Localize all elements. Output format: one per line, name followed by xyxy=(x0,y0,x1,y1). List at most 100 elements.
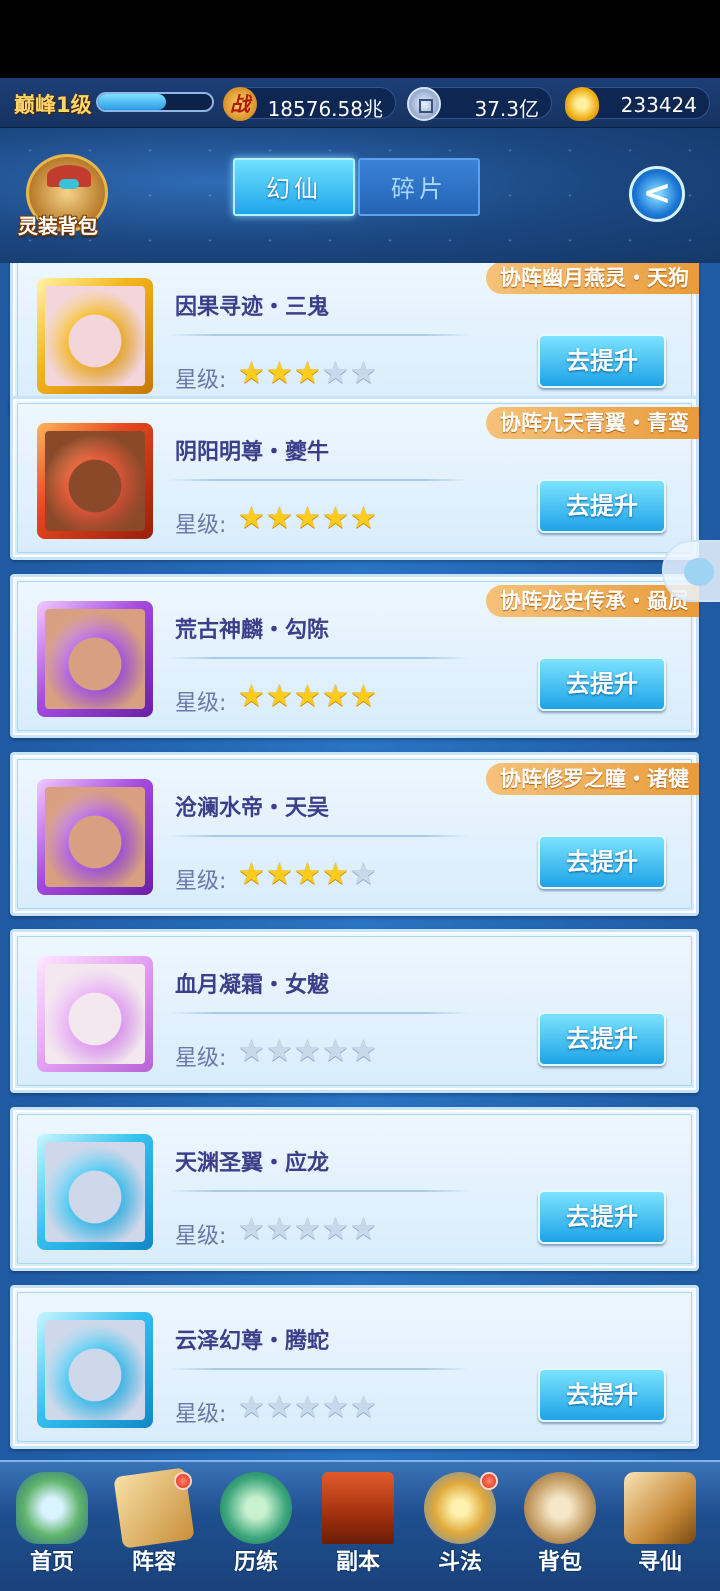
bottom-navigation: 首页 阵容 历练 副本 斗法 背包 寻仙 xyxy=(0,1460,720,1591)
star-rating: ★★★★★ xyxy=(238,1035,378,1069)
bond-badge: 协阵幽月燕灵・天狗 xyxy=(486,263,699,294)
bag-icon xyxy=(524,1472,596,1544)
gold-display: 233424 xyxy=(565,87,710,121)
character-name: 阴阳明尊・夔牛 xyxy=(175,440,330,465)
notification-dot xyxy=(480,1472,498,1490)
star-icon: ★ xyxy=(294,1034,321,1069)
star-icon: ★ xyxy=(266,679,293,714)
divider xyxy=(169,1190,469,1192)
star-icon: ★ xyxy=(294,1390,321,1425)
nav-label: 寻仙 xyxy=(637,1550,682,1575)
star-icon: ★ xyxy=(294,501,321,536)
coin-display: 37.3亿 xyxy=(407,87,552,121)
star-rating: ★★★★★ xyxy=(238,502,378,536)
coin-icon xyxy=(407,87,441,121)
header-area: 灵装背包 幻仙 碎片 < xyxy=(0,128,720,263)
character-name: 云泽幻尊・腾蛇 xyxy=(175,1329,330,1354)
character-portrait[interactable] xyxy=(37,1312,153,1428)
star-icon: ★ xyxy=(294,857,321,892)
character-name: 荒古神麟・勾陈 xyxy=(175,618,330,643)
divider xyxy=(169,1012,469,1014)
tab-huanxian[interactable]: 幻仙 xyxy=(233,158,355,216)
star-level-label: 星级: xyxy=(175,1224,227,1249)
star-icon: ★ xyxy=(266,857,293,892)
upgrade-button[interactable]: 去提升 xyxy=(538,657,666,711)
upgrade-button[interactable]: 去提升 xyxy=(538,334,666,388)
coin-value: 37.3亿 xyxy=(474,97,539,121)
exp-progress-fill xyxy=(98,94,167,110)
nav-fight[interactable]: 斗法 xyxy=(410,1468,510,1588)
star-rating: ★★★★★ xyxy=(238,357,378,391)
character-name: 血月凝霜・女魃 xyxy=(175,973,330,998)
star-level-label: 星级: xyxy=(175,1402,227,1427)
status-bar xyxy=(0,0,720,78)
nav-train[interactable]: 历练 xyxy=(206,1468,306,1588)
gold-value: 233424 xyxy=(620,93,697,117)
star-rating: ★★★★★ xyxy=(238,680,378,714)
nav-dungeon[interactable]: 副本 xyxy=(308,1468,408,1588)
nav-label: 副本 xyxy=(335,1550,380,1575)
item-card: 阴阳明尊・夔牛 星级: ★★★★★ 去提升 协阵九天青翼・青鸾 xyxy=(10,396,699,560)
star-icon: ★ xyxy=(266,1390,293,1425)
star-icon: ★ xyxy=(322,356,349,391)
character-name: 天渊圣翼・应龙 xyxy=(175,1151,330,1176)
nav-seek[interactable]: 寻仙 xyxy=(610,1468,710,1588)
character-name: 沧澜水帝・天吴 xyxy=(175,796,330,821)
power-icon: 战 xyxy=(223,87,257,121)
star-level-label: 星级: xyxy=(175,368,227,393)
home-icon xyxy=(16,1472,88,1544)
upgrade-button[interactable]: 去提升 xyxy=(538,835,666,889)
bond-badge: 协阵修罗之瞳・诸犍 xyxy=(486,763,699,795)
exp-progress-bar xyxy=(96,92,214,112)
character-portrait[interactable] xyxy=(37,956,153,1072)
power-value: 18576.58兆 xyxy=(267,97,383,121)
floating-assistant-icon[interactable] xyxy=(662,540,720,602)
character-portrait[interactable] xyxy=(37,278,153,394)
upgrade-button[interactable]: 去提升 xyxy=(538,479,666,533)
character-portrait[interactable] xyxy=(37,1134,153,1250)
nav-label: 阵容 xyxy=(131,1550,176,1575)
star-icon: ★ xyxy=(322,857,349,892)
nav-label: 历练 xyxy=(233,1550,278,1575)
seek-icon xyxy=(624,1472,696,1544)
upgrade-button[interactable]: 去提升 xyxy=(538,1190,666,1244)
item-card: 荒古神麟・勾陈 星级: ★★★★★ 去提升 协阵龙史传承・赑屃 xyxy=(10,574,699,738)
tab-fragments[interactable]: 碎片 xyxy=(358,158,480,216)
star-icon: ★ xyxy=(350,356,377,391)
portrait-art xyxy=(45,609,145,709)
star-icon: ★ xyxy=(350,1034,377,1069)
character-portrait[interactable] xyxy=(37,423,153,539)
divider xyxy=(169,1368,469,1370)
star-icon: ★ xyxy=(238,679,265,714)
item-card: 沧澜水帝・天吴 星级: ★★★★★ 去提升 协阵修罗之瞳・诸犍 xyxy=(10,752,699,916)
spirit-bag-label[interactable]: 灵装背包 xyxy=(18,210,98,239)
portrait-art xyxy=(45,787,145,887)
star-icon: ★ xyxy=(322,1390,349,1425)
portrait-art xyxy=(45,286,145,386)
character-portrait[interactable] xyxy=(37,779,153,895)
nav-bag[interactable]: 背包 xyxy=(510,1468,610,1588)
divider xyxy=(169,835,469,837)
star-icon: ★ xyxy=(266,1034,293,1069)
divider xyxy=(169,479,469,481)
star-icon: ★ xyxy=(238,1212,265,1247)
star-icon: ★ xyxy=(238,1034,265,1069)
star-icon: ★ xyxy=(322,679,349,714)
upgrade-button[interactable]: 去提升 xyxy=(538,1368,666,1422)
portrait-art xyxy=(45,431,145,531)
back-button[interactable]: < xyxy=(629,166,685,222)
star-icon: ★ xyxy=(322,1034,349,1069)
nav-home[interactable]: 首页 xyxy=(2,1468,102,1588)
character-portrait[interactable] xyxy=(37,601,153,717)
nav-team[interactable]: 阵容 xyxy=(104,1467,204,1588)
item-list[interactable]: 因果寻迹・三鬼 星级: ★★★★★ 去提升 协阵幽月燕灵・天狗 阴阳明尊・夔牛 星级: ★★★… xyxy=(0,263,720,1460)
star-rating: ★★★★★ xyxy=(238,1213,378,1247)
bond-badge: 协阵九天青翼・青鸾 xyxy=(486,407,699,439)
upgrade-button[interactable]: 去提升 xyxy=(538,1012,666,1066)
nav-label: 斗法 xyxy=(437,1550,482,1575)
star-icon: ★ xyxy=(322,1212,349,1247)
divider xyxy=(169,657,469,659)
back-arrow-icon: < xyxy=(642,173,672,213)
star-icon: ★ xyxy=(294,1212,321,1247)
star-icon: ★ xyxy=(238,857,265,892)
